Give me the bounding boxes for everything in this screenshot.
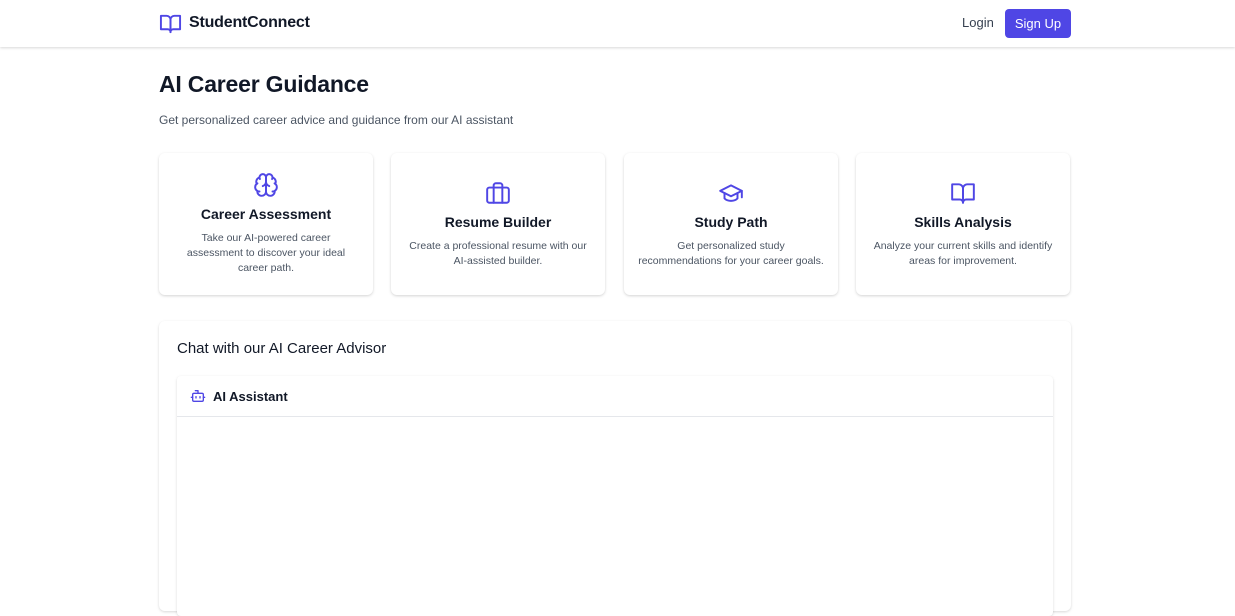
book-open-icon xyxy=(159,14,182,33)
assistant-title: AI Assistant xyxy=(213,388,288,404)
briefcase-icon xyxy=(486,181,510,204)
card-skills-analysis[interactable]: Skills Analysis Analyze your current ski… xyxy=(856,153,1070,295)
page-subtitle: Get personalized career advice and guida… xyxy=(159,113,514,127)
chat-messages-area[interactable] xyxy=(177,417,1053,616)
card-career-assessment[interactable]: Career Assessment Take our AI-powered ca… xyxy=(159,153,373,295)
card-title: Career Assessment xyxy=(200,206,332,222)
brand-name: StudentConnect xyxy=(189,14,310,31)
assistant-header: AI Assistant xyxy=(177,376,1053,417)
top-navbar: StudentConnect Login Sign Up xyxy=(0,0,1235,47)
card-description: Analyze your current skills and identify… xyxy=(873,239,1053,267)
card-resume-builder[interactable]: Resume Builder Create a professional res… xyxy=(391,153,605,295)
card-description: Get personalized study recommendations f… xyxy=(638,239,824,267)
card-description: Create a professional resume with our AI… xyxy=(409,239,587,267)
ai-assistant-panel: AI Assistant xyxy=(177,376,1053,616)
card-title: Resume Builder xyxy=(444,213,552,230)
card-description: Take our AI-powered career assessment to… xyxy=(186,232,346,274)
login-link[interactable]: Login xyxy=(962,15,994,30)
graduation-cap-icon xyxy=(719,183,743,202)
chat-heading: Chat with our AI Career Advisor xyxy=(177,340,387,357)
card-study-path[interactable]: Study Path Get personalized study recomm… xyxy=(624,153,838,295)
brand-logo-link[interactable]: StudentConnect xyxy=(159,11,310,35)
bot-icon xyxy=(190,390,206,402)
book-open-icon xyxy=(951,182,975,204)
brain-icon xyxy=(254,173,278,197)
card-title: Study Path xyxy=(694,213,768,230)
page-title: AI Career Guidance xyxy=(159,71,369,97)
chat-section: Chat with our AI Career Advisor AI Assis… xyxy=(159,321,1071,616)
card-title: Skills Analysis xyxy=(914,213,1012,230)
sign-up-button[interactable]: Sign Up xyxy=(1005,9,1071,38)
